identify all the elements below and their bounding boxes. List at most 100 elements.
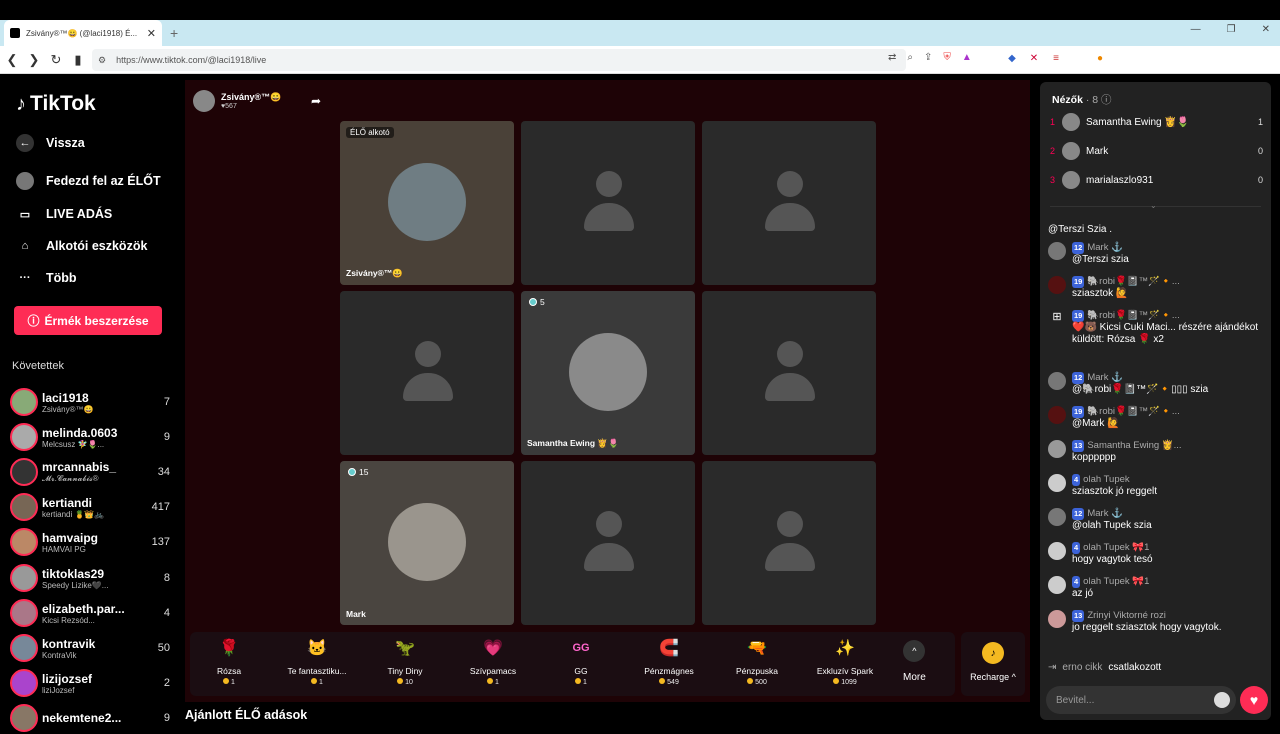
chevron-down-icon[interactable]: ⌄ [1150, 201, 1157, 210]
chat-message: 4 olah Tupek sziasztok jó reggelt [1048, 474, 1263, 498]
music-icon[interactable]: ♫ [1160, 52, 1172, 64]
close-window-button[interactable]: ✕ [1262, 24, 1270, 35]
brave-shield-icon[interactable]: ⛨ [943, 52, 951, 63]
gift-rose[interactable]: 🌹 Rózsa 1 [190, 636, 268, 686]
following-item[interactable]: mrcannabis_ 𝓜𝓻.𝓒𝓪𝓷𝓷𝓪𝓫𝓲𝓼® 34 [10, 456, 170, 488]
back-icon[interactable]: ❮ [2, 52, 22, 68]
gift-money-magnet[interactable]: 🧲 Pénzmágnes 549 [630, 636, 708, 686]
extension-6-icon[interactable]: ⚙ [1116, 52, 1128, 64]
avatar[interactable] [1048, 542, 1066, 560]
avatar[interactable] [1048, 610, 1066, 628]
viewer-count: 9 [163, 431, 170, 443]
following-item[interactable]: melinda.0603 Melcsusz 🧚‍♀️🌷... 9 [10, 421, 170, 453]
back-arrow-icon: ← [16, 134, 34, 152]
empty-seat[interactable] [340, 291, 514, 455]
nav-creator-tools[interactable]: ⌂ Alkotói eszközök [16, 237, 148, 255]
avatar[interactable] [1048, 242, 1066, 260]
guest-name: Mark [346, 609, 366, 619]
zoom-icon[interactable]: ⌕ [907, 52, 913, 63]
extension-2-icon[interactable]: ✕ [1028, 52, 1040, 64]
top-viewer[interactable]: 1 Samantha Ewing 👸🌷 1 [1050, 112, 1263, 132]
viewer-count: 2 [163, 677, 170, 689]
guest-cell-host[interactable]: ÉLŐ alkotó Zsivány®™😀 [340, 121, 514, 285]
following-item[interactable]: kontravik KontraVik 50 [10, 632, 170, 664]
chat-input[interactable]: Bevitel... [1046, 686, 1236, 714]
gift-fantastic[interactable]: 🐱 Te fantasztiku... 1 [278, 636, 356, 686]
emoji-icon[interactable] [1214, 692, 1230, 708]
avatar[interactable] [1048, 474, 1066, 492]
avatar [1062, 142, 1080, 160]
avatar[interactable] [1048, 440, 1066, 458]
empty-seat[interactable] [702, 121, 876, 285]
coin-icon: ♪ [982, 642, 1004, 664]
following-item[interactable]: kertiandi kertiandi 🍍👑🚲 417 [10, 491, 170, 523]
reload-icon[interactable]: ↻ [46, 52, 66, 68]
empty-seat[interactable] [702, 291, 876, 455]
share-icon[interactable]: ⇪ [924, 52, 932, 63]
wallet-icon[interactable]: ▤ [1204, 52, 1216, 64]
avatar [10, 388, 38, 416]
more-gifts-button[interactable]: ^ More [903, 640, 926, 683]
info-icon: ⓘ [1101, 94, 1112, 106]
browser-tab[interactable]: Zsivány®™😀 (@laci1918) É... ✕ [4, 20, 162, 46]
like-heart-button[interactable]: ♥ [1240, 686, 1268, 714]
vpn-icon[interactable]: ⧉ [1226, 52, 1238, 64]
following-item[interactable]: elizabeth.par... Kicsi Rezsód... 4 [10, 597, 170, 629]
camera-icon: ▭ [19, 208, 31, 221]
nav-more[interactable]: ··· Több [16, 269, 77, 287]
gift-money-gun[interactable]: 🔫 Pénzpuska 500 [718, 636, 796, 686]
site-info-icon[interactable]: ⚙ [98, 55, 106, 66]
share-arrow-icon[interactable]: ➦ [311, 94, 321, 108]
gift-heart-puff[interactable]: 💗 Szívpamacs 1 [454, 636, 532, 686]
empty-seat[interactable] [702, 461, 876, 625]
shield-icon[interactable]: ⛉ [1270, 52, 1280, 64]
extension-7-icon[interactable]: ▣ [1138, 52, 1150, 64]
nav-explore-live[interactable]: Fedezd fel az ÉLŐT [16, 172, 161, 190]
avatar[interactable] [1048, 508, 1066, 526]
forward-icon[interactable]: ❯ [24, 52, 44, 68]
avatar[interactable] [1048, 406, 1066, 424]
empty-seat-icon [765, 511, 815, 573]
extension-1-icon[interactable]: ◆ [1006, 52, 1018, 64]
following-item[interactable]: hamvaipg HAMVAI PG 137 [10, 526, 170, 558]
host-info[interactable]: Zsivány®™😀 ♥567 [193, 90, 281, 112]
avatar[interactable] [1048, 372, 1066, 390]
nav-back[interactable]: ← Vissza [16, 134, 85, 152]
new-tab-button[interactable]: + [170, 25, 178, 41]
tab-close-icon[interactable]: ✕ [147, 27, 156, 40]
following-item[interactable]: laci1918 Zsivány®™😀 7 [10, 386, 170, 418]
viewers-header[interactable]: Nézők · 8 ⓘ [1052, 92, 1112, 107]
following-item[interactable]: nekemtene2... 9 [10, 702, 170, 734]
gift-gg[interactable]: GG GG 1 [542, 636, 620, 686]
top-viewer[interactable]: 3 marialaszlo931 0 [1050, 170, 1263, 190]
maximize-button[interactable]: ❐ [1227, 24, 1236, 35]
join-notice: ⇥ erno cikk csatlakozott [1048, 662, 1162, 673]
tiktok-logo[interactable]: ♪ TikTok [16, 92, 96, 116]
guest-cell-samantha[interactable]: 5 Samantha Ewing 👸🌷 [521, 291, 695, 455]
sparkle-icon[interactable]: ✧ [1248, 52, 1260, 64]
host-avatar[interactable] [193, 90, 215, 112]
guest-cell-mark[interactable]: 15 Mark [340, 461, 514, 625]
get-coins-button[interactable]: ⓘ Érmék beszerzése [14, 306, 162, 335]
top-viewer[interactable]: 2 Mark 0 [1050, 141, 1263, 161]
following-item[interactable]: tiktoklas29 Speedy Lizike🖤... 8 [10, 562, 170, 594]
empty-seat[interactable] [521, 461, 695, 625]
extension-3-icon[interactable]: ≡ [1050, 52, 1062, 64]
extension-4-icon[interactable]: ◉ [1072, 52, 1084, 64]
address-bar[interactable]: ⚙ https://www.tiktok.com/@laci1918/live [92, 49, 906, 71]
bookmark-icon[interactable]: ▮ [68, 52, 88, 68]
avatar[interactable] [1048, 576, 1066, 594]
rewards-icon[interactable]: ▲ [962, 52, 972, 63]
avatar [1062, 171, 1080, 189]
following-item[interactable]: lizijozsef liziJozsef 2 [10, 667, 170, 699]
nav-go-live[interactable]: ▭ LIVE ADÁS [16, 205, 112, 223]
avatar[interactable] [1048, 276, 1066, 294]
recharge-button[interactable]: ♪ Recharge ^ [961, 632, 1025, 696]
translate-icon[interactable]: ⇄ [888, 52, 896, 63]
empty-seat[interactable] [521, 121, 695, 285]
extension-5-icon[interactable]: ● [1094, 52, 1106, 64]
gift-exclusive-spark[interactable]: ✨ Exkluzív Spark 1099 [806, 636, 884, 686]
minimize-button[interactable]: — [1191, 24, 1201, 35]
sidebar-icon[interactable]: ▥ [1182, 52, 1194, 64]
gift-tiny-diny[interactable]: 🦖 Tiny Diny 10 [366, 636, 444, 686]
